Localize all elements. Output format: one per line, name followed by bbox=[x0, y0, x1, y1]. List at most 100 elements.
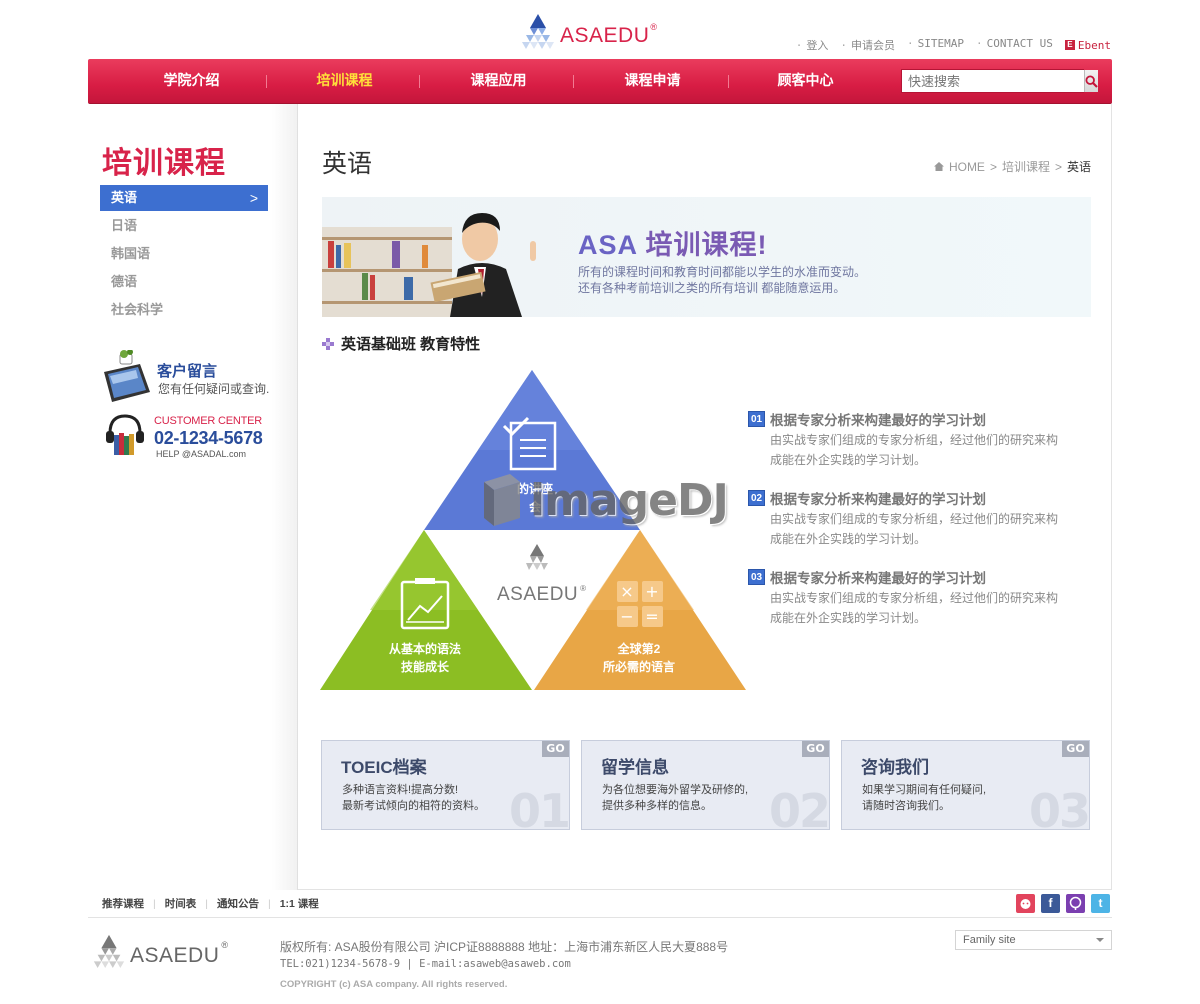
footer-address: 版权所有: ASA股份有限公司 沪ICP证8888888 地址：上海市浦东新区人… bbox=[280, 940, 729, 954]
chevron-down-icon bbox=[1096, 938, 1104, 942]
footer-contact: TEL:021)1234-5678-9 | E-mail:asaweb@asaw… bbox=[280, 958, 571, 970]
go-button[interactable]: GO bbox=[1062, 741, 1089, 757]
ebent-link[interactable]: E Ebent bbox=[1064, 37, 1111, 53]
breadcrumb-section[interactable]: 培训课程 bbox=[1002, 158, 1050, 175]
svg-text:×: × bbox=[620, 582, 633, 601]
pyramid-right-line1: 全球第2 bbox=[617, 642, 661, 656]
customer-message-box[interactable]: 客户留言 您有任何疑问或查询. bbox=[100, 350, 290, 405]
section-title-text: 英语基础班 教育特性 bbox=[341, 336, 481, 353]
feature-desc: 由实战专家们组成的专家分析组，经过他们的研究来构成能在外企实践的学习计划。 bbox=[770, 591, 1059, 625]
contact-us-link[interactable]: CONTACT US bbox=[976, 37, 1053, 53]
nav-item-applications[interactable]: 课程应用 bbox=[422, 59, 575, 104]
feature-desc: 由实战专家们组成的专家分析组，经过他们的研究来构成能在外企实践的学习计划。 bbox=[770, 433, 1059, 467]
quick-link-cards: GO TOEIC档案 多种语言资料!提高分数! 最新考试倾向的相符的资料。 01… bbox=[321, 740, 1090, 830]
feature-item: 02 根据专家分析来构建最好的学习计划 由实战专家们组成的专家分析组，经过他们的… bbox=[748, 487, 1068, 566]
card-desc-line2: 最新考试倾向的相符的资料。 bbox=[342, 800, 485, 812]
search-input[interactable] bbox=[902, 70, 1084, 92]
nav-item-customer-center[interactable]: 顾客中心 bbox=[729, 59, 882, 104]
card-desc: 如果学习期间有任何疑问, 请随时咨询我们。 bbox=[862, 782, 986, 814]
facebook-icon[interactable]: f bbox=[1041, 894, 1060, 913]
sidebar-item-japanese[interactable]: 日语 bbox=[100, 213, 268, 241]
svg-text:+: + bbox=[645, 582, 658, 601]
footer-link-recommended[interactable]: 推荐课程 bbox=[102, 896, 144, 911]
sidebar-menu: 英语 > 日语 韩国语 德语 社会科学 bbox=[100, 185, 268, 325]
breadcrumb-home[interactable]: HOME bbox=[949, 160, 985, 174]
student-illustration bbox=[322, 213, 536, 317]
social-bubble-icon[interactable] bbox=[1066, 894, 1085, 913]
top-utility-nav: 登入 申请会员 SITEMAP CONTACT US E Ebent bbox=[796, 37, 1111, 53]
footer-link-one-on-one[interactable]: 1:1 课程 bbox=[259, 896, 319, 911]
pyramid-center-logo-text: ASAEDU bbox=[497, 584, 579, 605]
customer-message-title: 客户留言 bbox=[157, 363, 218, 380]
feature-item: 01 根据专家分析来构建最好的学习计划 由实战专家们组成的专家分析组，经过他们的… bbox=[748, 408, 1068, 487]
sidebar-item-social-science[interactable]: 社会科学 bbox=[100, 297, 268, 325]
sitemap-link[interactable]: SITEMAP bbox=[907, 37, 964, 53]
footer-link-timetable[interactable]: 时间表 bbox=[144, 896, 197, 911]
sidebar-item-english[interactable]: 英语 > bbox=[100, 185, 268, 211]
card-toeic[interactable]: GO TOEIC档案 多种语言资料!提高分数! 最新考试倾向的相符的资料。 01 bbox=[321, 740, 570, 830]
site-logo[interactable]: ASAEDU ® bbox=[518, 12, 657, 50]
logo-registered-mark: ® bbox=[650, 22, 657, 32]
breadcrumb-current: 英语 bbox=[1066, 160, 1091, 174]
go-button[interactable]: GO bbox=[542, 741, 569, 757]
nav-item-courses[interactable]: 培训课程 bbox=[268, 59, 421, 104]
svg-text:−: − bbox=[620, 607, 633, 626]
pyramid-left-line2: 技能成长 bbox=[400, 660, 449, 674]
hero-banner: ASA 培训课程! 所有的课程时间和教育时间都能以学生的水准而变动。 还有各种考… bbox=[322, 197, 1091, 317]
ebent-icon: E bbox=[1064, 40, 1075, 50]
search-button[interactable] bbox=[1084, 70, 1098, 92]
go-button[interactable]: GO bbox=[802, 741, 829, 757]
feature-title: 根据专家分析来构建最好的学习计划 bbox=[770, 413, 986, 428]
feature-title: 根据专家分析来构建最好的学习计划 bbox=[770, 492, 986, 507]
sidebar-item-german[interactable]: 德语 bbox=[100, 269, 268, 297]
main-nav: 学院介绍 培训课程 课程应用 课程申请 顾客中心 bbox=[88, 59, 1112, 104]
card-desc: 多种语言资料!提高分数! 最新考试倾向的相符的资料。 bbox=[342, 782, 485, 814]
card-number: 02 bbox=[768, 784, 829, 830]
nav-item-enroll[interactable]: 课程申请 bbox=[576, 59, 729, 104]
card-study-abroad[interactable]: GO 留学信息 为各位想要海外留学及研修的, 提供多种多样的信息。 02 bbox=[581, 740, 830, 830]
social-links: f t bbox=[1016, 894, 1110, 913]
feature-number: 01 bbox=[748, 411, 765, 427]
feature-number: 02 bbox=[748, 490, 765, 506]
pyramid-center-logo-mark: ® bbox=[580, 584, 587, 593]
footer-divider bbox=[88, 917, 1112, 918]
card-title: 留学信息 bbox=[601, 758, 669, 777]
card-desc-line2: 请随时咨询我们。 bbox=[862, 800, 950, 812]
banner-desc: 所有的课程时间和教育时间都能以学生的水准而变动。 还有各种考前培训之类的所有培训… bbox=[578, 264, 866, 296]
banner-title-brand: ASA bbox=[578, 230, 638, 260]
twitter-icon[interactable]: t bbox=[1091, 894, 1110, 913]
register-link[interactable]: 申请会员 bbox=[840, 37, 895, 53]
card-title: TOEIC档案 bbox=[341, 758, 427, 777]
card-contact[interactable]: GO 咨询我们 如果学习期间有任何疑问, 请随时咨询我们。 03 bbox=[841, 740, 1090, 830]
breadcrumb: HOME > 培训课程 > 英语 bbox=[933, 158, 1091, 175]
headphones-books-icon bbox=[106, 414, 144, 455]
footer-link-notice[interactable]: 通知公告 bbox=[196, 896, 259, 911]
chevron-right-icon: > bbox=[249, 190, 258, 206]
footer-copyright: COPYRIGHT (c) ASA company. All rights re… bbox=[280, 979, 508, 990]
feature-number: 03 bbox=[748, 569, 765, 585]
login-link[interactable]: 登入 bbox=[796, 37, 828, 53]
social-avatar-icon[interactable] bbox=[1016, 894, 1035, 913]
chat-bubble-icon bbox=[1069, 896, 1082, 910]
nav-item-about[interactable]: 学院介绍 bbox=[115, 59, 268, 104]
face-icon bbox=[1020, 899, 1031, 909]
card-desc-line1: 为各位想要海外留学及研修的, bbox=[602, 784, 749, 796]
footer-logo[interactable]: ASAEDU ® bbox=[90, 933, 228, 969]
footer-links: 推荐课程 时间表 通知公告 1:1 课程 bbox=[102, 896, 319, 911]
sidebar-item-korean[interactable]: 韩国语 bbox=[100, 241, 268, 269]
watermark-cube-icon bbox=[484, 474, 520, 526]
feature-title: 根据专家分析来构建最好的学习计划 bbox=[770, 571, 986, 586]
feature-item: 03 根据专家分析来构建最好的学习计划 由实战专家们组成的专家分析组，经过他们的… bbox=[748, 566, 1068, 645]
tablet-plant-icon bbox=[104, 350, 150, 402]
home-icon bbox=[933, 162, 944, 171]
customer-center-label: CUSTOMER CENTER bbox=[154, 415, 263, 427]
card-desc-line1: 多种语言资料!提高分数! bbox=[342, 784, 459, 796]
banner-desc-line2: 还有各种考前培训之类的所有培训 都能随意运用。 bbox=[578, 281, 846, 295]
pyramid-left-line1: 从基本的语法 bbox=[388, 642, 461, 656]
logo-triangle-icon bbox=[522, 14, 554, 49]
breadcrumb-chevron-icon: > bbox=[989, 159, 997, 174]
card-title: 咨询我们 bbox=[861, 758, 929, 777]
search-box bbox=[901, 69, 1098, 93]
family-site-select[interactable]: Family site bbox=[955, 930, 1112, 950]
footer-logo-mark: ® bbox=[221, 940, 228, 950]
